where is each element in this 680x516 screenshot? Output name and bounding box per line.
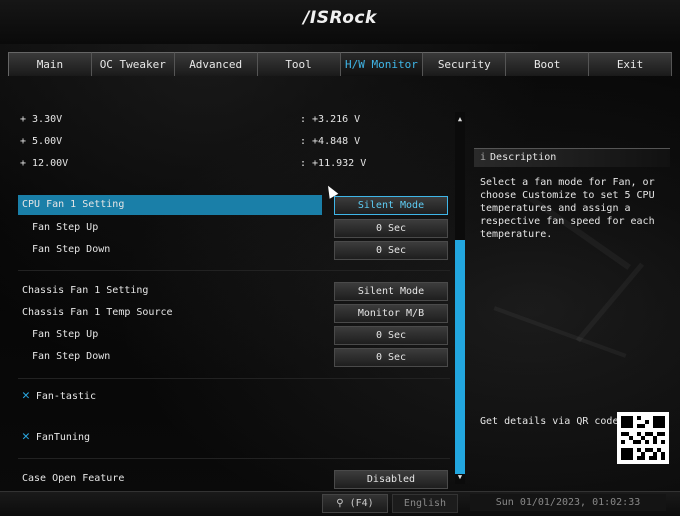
voltage-label: + 5.00V (20, 136, 63, 147)
divider (18, 270, 450, 271)
scroll-down-arrow-icon[interactable]: ▼ (455, 472, 465, 482)
voltage-row-12v: + 12.00V : +11.932 V (20, 154, 450, 174)
chassis-fan-temp-source-label: Chassis Fan 1 Temp Source (22, 307, 173, 318)
tab-oc-tweaker[interactable]: OC Tweaker (91, 52, 175, 76)
chassis-fan-setting-value[interactable]: Silent Mode (334, 282, 448, 301)
fan-step-down-label: Fan Step Down (32, 351, 111, 362)
tab-main[interactable]: Main (8, 52, 92, 76)
header-bar: /ISRock (0, 0, 680, 44)
divider (18, 378, 450, 379)
fan-step-up-label: Fan Step Up (32, 329, 99, 340)
tab-bar: Main OC Tweaker Advanced Tool H/W Monito… (8, 52, 672, 76)
voltage-row-5v: + 5.00V : +4.848 V (20, 132, 450, 152)
voltage-value: : +11.932 V (300, 158, 367, 169)
tab-security[interactable]: Security (423, 52, 507, 76)
search-shortcut: (F4) (349, 498, 374, 509)
voltage-value: : +3.216 V (300, 114, 361, 125)
scrollbar[interactable]: ▲ ▼ (455, 112, 465, 484)
chassis-fan-temp-source-value[interactable]: Monitor M/B (334, 304, 448, 323)
tab-tool[interactable]: Tool (257, 52, 341, 76)
case-open-label: Case Open Feature (22, 473, 125, 484)
cpu-fan-setting-value[interactable]: Silent Mode (334, 196, 448, 215)
fan-tastic-item[interactable]: ✕ Fan-tastic (22, 386, 96, 406)
qr-label: Get details via QR code (480, 416, 619, 427)
cpu-fan-step-up-value[interactable]: 0 Sec (334, 219, 448, 238)
wrench-icon: ✕ (22, 388, 30, 403)
fan-step-down-label: Fan Step Down (32, 244, 111, 255)
chassis-fan-step-up-value[interactable]: 0 Sec (334, 326, 448, 345)
tab-hw-monitor[interactable]: H/W Monitor (340, 52, 424, 76)
case-open-value[interactable]: Disabled (334, 470, 448, 489)
brand-logo: /ISRock (303, 8, 377, 28)
fan-step-up-label: Fan Step Up (32, 222, 99, 233)
search-button[interactable]: ⚲ (F4) (322, 494, 388, 513)
search-icon: ⚲ (336, 498, 344, 509)
tab-exit[interactable]: Exit (589, 52, 672, 76)
fan-tastic-label: Fan-tastic (35, 391, 97, 402)
fantuning-label: FanTuning (35, 432, 91, 443)
scroll-up-arrow-icon[interactable]: ▲ (455, 114, 465, 124)
voltage-label: + 12.00V (20, 158, 69, 169)
voltage-value: : +4.848 V (300, 136, 361, 147)
info-icon: i (480, 152, 487, 163)
chassis-fan-setting-label: Chassis Fan 1 Setting (22, 285, 149, 296)
scrollbar-thumb[interactable] (455, 240, 465, 474)
cpu-fan-step-down-value[interactable]: 0 Sec (334, 241, 448, 260)
language-selector[interactable]: English (392, 494, 458, 513)
qr-code-icon (617, 412, 669, 464)
description-header: i Description (474, 148, 670, 167)
tab-boot[interactable]: Boot (506, 52, 590, 76)
wrench-icon: ✕ (22, 429, 30, 444)
clock: Sun 01/01/2023, 01:02:33 (470, 494, 666, 511)
cpu-fan-setting-label: CPU Fan 1 Setting (22, 199, 125, 210)
description-text: Select a fan mode for Fan, or choose Cus… (480, 177, 655, 240)
voltage-row-3v3: + 3.30V : +3.216 V (20, 110, 450, 130)
divider (18, 458, 450, 459)
fantuning-item[interactable]: ✕ FanTuning (22, 427, 90, 447)
tab-advanced[interactable]: Advanced (174, 52, 258, 76)
description-title: Description (490, 152, 557, 163)
voltage-label: + 3.30V (20, 114, 63, 125)
chassis-fan-step-down-value[interactable]: 0 Sec (334, 348, 448, 367)
